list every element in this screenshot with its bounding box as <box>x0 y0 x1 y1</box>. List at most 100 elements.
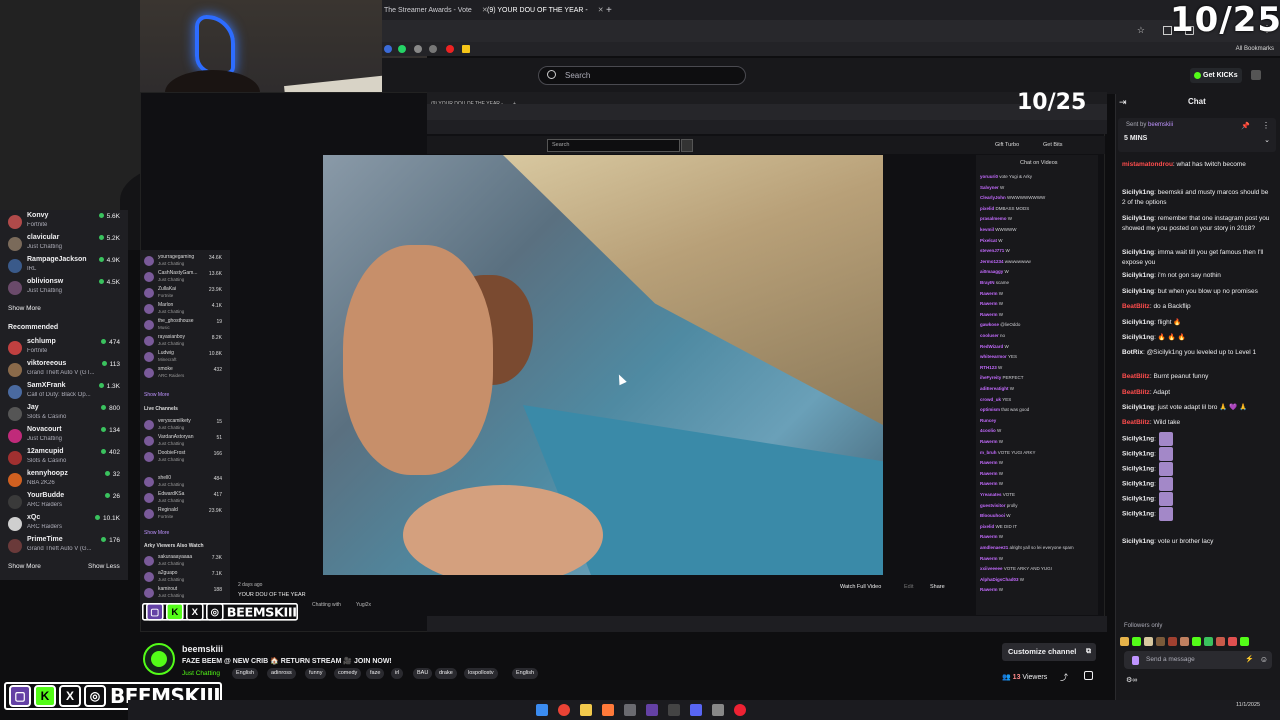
chat-username[interactable]: Sicilyk1ng <box>1122 249 1154 256</box>
sidebar-channel[interactable]: xQc ARC Raiders 10.1K <box>8 514 124 536</box>
chat-username[interactable]: mistamatondrou <box>1122 161 1173 168</box>
windows-start-icon[interactable] <box>536 704 548 716</box>
chat-message[interactable]: BotRix: @Sicilyk1ng you leveled up to Le… <box>1122 348 1272 358</box>
sidebar-channel[interactable]: PrimeTime Grand Theft Auto V (G... 176 <box>8 536 124 558</box>
chat-message[interactable]: Sicilyk1ng: vote ur brother lacy <box>1122 537 1272 547</box>
chat-username[interactable]: Sicilyk1ng <box>1122 436 1154 443</box>
emote-icon[interactable] <box>1228 637 1237 646</box>
sidebar-channel[interactable]: kennyhoopz NBA 2K26 32 <box>8 470 124 492</box>
stream-tag[interactable]: faze <box>366 668 385 679</box>
chat-message[interactable]: BeatBlitz: Burnt peanut funny <box>1122 372 1272 382</box>
close-tab-icon[interactable]: ✕ <box>598 7 604 14</box>
emote-icon[interactable] <box>1156 637 1165 646</box>
stream-tag[interactable]: English <box>232 668 259 679</box>
chat-message[interactable]: Sicilyk1ng: just vote adapt lil bro 🙏 💜 … <box>1122 403 1272 413</box>
browser-tab[interactable]: The Streamer Awards - Vote ✕ <box>384 3 488 18</box>
chat-message[interactable]: BeatBlitz: Wild take <box>1122 418 1272 428</box>
chat-username[interactable]: Sicilyk1ng <box>1122 511 1154 518</box>
streamer-name[interactable]: beemskiii <box>182 644 223 654</box>
sidebar-channel[interactable]: viktoreeous Grand Theft Auto V (GT... 113 <box>8 360 124 382</box>
chevron-down-icon[interactable]: ⌄ <box>1264 136 1270 144</box>
chat-message[interactable]: Sicilyk1ng: beemskii and musty marcos sh… <box>1122 188 1272 208</box>
chat-username[interactable]: BeatBlitz <box>1122 303 1150 310</box>
stream-tag[interactable]: adinross <box>267 668 296 679</box>
emote-icon[interactable] <box>1180 637 1189 646</box>
browser-tab-active[interactable]: (9) YOUR DOU OF THE YEAR - ✕ <box>487 3 604 18</box>
sidebar-channel[interactable]: oblivionsw Just Chatting 4.5K <box>8 278 124 300</box>
emote-icon[interactable] <box>1120 637 1129 646</box>
chat-username[interactable]: Sicilyk1ng <box>1122 272 1154 279</box>
app-icon[interactable] <box>646 704 658 716</box>
chat-username[interactable]: BeatBlitz <box>1122 419 1150 426</box>
emote-icon[interactable] <box>1144 637 1153 646</box>
chat-username[interactable]: Sicilyk1ng <box>1122 404 1154 411</box>
stream-tag[interactable]: funny <box>305 668 327 679</box>
stream-tag[interactable]: lospollostv <box>464 668 498 679</box>
chat-username[interactable]: Sicilyk1ng <box>1122 451 1154 458</box>
chat-message[interactable]: Sicilyk1ng: <box>1122 432 1272 446</box>
chat-message[interactable]: BeatBlitz: Adapt <box>1122 388 1272 398</box>
chat-input[interactable]: Send a message ⚡ ☺ <box>1124 651 1272 669</box>
star-icon[interactable]: ☆ <box>1137 25 1145 36</box>
chat-username[interactable]: Sicilyk1ng <box>1122 189 1154 196</box>
emote-icon[interactable] <box>1192 637 1201 646</box>
bookmark-icon[interactable] <box>429 45 437 53</box>
sidebar-channel[interactable]: Jay Slots & Casino 800 <box>8 404 124 426</box>
chat-settings-icon[interactable]: ⚙∞ <box>1126 676 1137 684</box>
notifications-icon[interactable] <box>1251 70 1261 80</box>
emoji-icon[interactable]: ☺ <box>1260 651 1268 669</box>
chat-message[interactable]: Sicilyk1ng: flight 🔥 <box>1122 318 1272 328</box>
chat-message[interactable]: Sicilyk1ng: <box>1122 447 1272 461</box>
show-less-link[interactable]: Show Less <box>88 563 120 570</box>
streamer-avatar[interactable] <box>143 643 175 675</box>
sidebar-channel[interactable]: schlump Fortnite 474 <box>8 338 124 360</box>
stream-category[interactable]: Just Chatting <box>182 670 220 677</box>
chat-message[interactable]: Sicilyk1ng: remember that one instagram … <box>1122 214 1272 234</box>
customize-channel-button[interactable]: Customize channel ⧉ <box>1002 643 1096 661</box>
chat-username[interactable]: Sicilyk1ng <box>1122 481 1154 488</box>
clip-icon[interactable] <box>1084 671 1093 680</box>
chat-username[interactable]: Sicilyk1ng <box>1122 215 1154 222</box>
chat-username[interactable]: Sicilyk1ng <box>1122 496 1154 503</box>
show-more-link[interactable]: Show More <box>8 305 41 312</box>
app-icon[interactable] <box>624 704 636 716</box>
collapse-chat-icon[interactable]: ⇥ <box>1119 97 1127 108</box>
stream-tag[interactable]: BAU <box>413 668 433 679</box>
chat-message[interactable]: Sicilyk1ng: <box>1122 492 1272 506</box>
emote-icon[interactable] <box>1132 637 1141 646</box>
stream-tag[interactable]: drake <box>435 668 457 679</box>
emote-icon[interactable] <box>1240 637 1249 646</box>
chat-username[interactable]: BeatBlitz <box>1122 389 1150 396</box>
app-icon[interactable] <box>602 704 614 716</box>
sidebar-channel[interactable]: Konvy Fortnite 5.6K <box>8 212 124 234</box>
sidebar-channel[interactable]: Novacourt Just Chatting 134 <box>8 426 124 448</box>
chat-username[interactable]: Sicilyk1ng <box>1122 319 1154 326</box>
emote-icon[interactable] <box>1204 637 1213 646</box>
pinned-message[interactable]: Sent by beemskiii 📌 ⋮ 5 MINS ⌄ <box>1118 118 1276 152</box>
chat-message[interactable]: Sicilyk1ng: <box>1122 462 1272 476</box>
address-bar[interactable]: ☆ ⋮ <box>382 20 1280 42</box>
emote-icon[interactable] <box>1168 637 1177 646</box>
stream-tag[interactable]: English <box>512 668 539 679</box>
emote-icon[interactable] <box>1216 637 1225 646</box>
app-icon[interactable] <box>668 704 680 716</box>
chat-message[interactable]: Sicilyk1ng: <box>1122 477 1272 491</box>
quick-emote-icon[interactable]: ⚡ <box>1245 651 1254 669</box>
chat-message[interactable]: Sicilyk1ng: 🔥 🔥 🔥 <box>1122 333 1272 343</box>
share-icon[interactable]: ⤴ <box>1060 672 1068 683</box>
sidebar-channel[interactable]: RampageJackson IRL 4.9K <box>8 256 124 278</box>
all-bookmarks[interactable]: All Bookmarks <box>1236 45 1274 53</box>
bookmark-icon[interactable] <box>462 45 470 53</box>
app-icon[interactable] <box>712 704 724 716</box>
bookmark-icon[interactable] <box>384 45 392 53</box>
chat-message[interactable]: Sicilyk1ng: <box>1122 507 1272 521</box>
chat-username[interactable]: Sicilyk1ng <box>1122 538 1154 545</box>
chat-username[interactable]: BotRix <box>1122 349 1143 356</box>
chat-message[interactable]: BeatBlitz: do a Backflip <box>1122 302 1272 312</box>
new-tab-icon[interactable]: + <box>606 3 612 18</box>
chat-username[interactable]: Sicilyk1ng <box>1122 288 1154 295</box>
bookmark-icon[interactable] <box>414 45 422 53</box>
more-icon[interactable]: ⋮ <box>1262 121 1270 130</box>
chat-message[interactable]: mistamatondrou: what has twitch become <box>1122 160 1272 170</box>
video-player[interactable] <box>323 155 883 575</box>
